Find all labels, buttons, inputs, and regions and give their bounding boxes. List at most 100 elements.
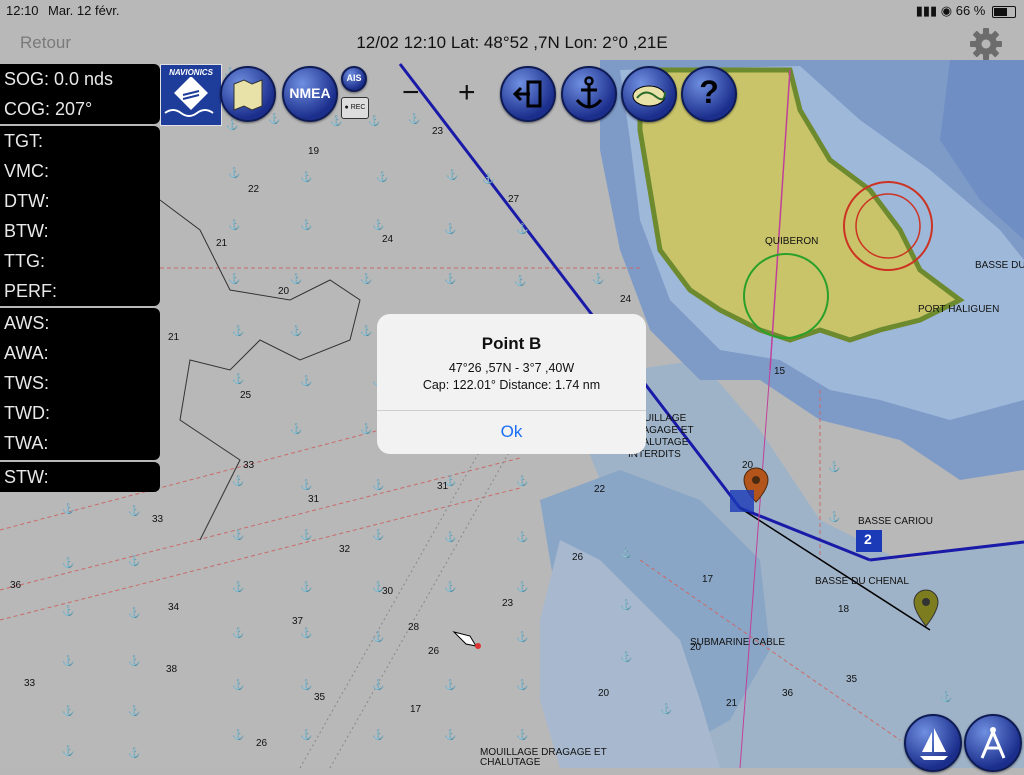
- anchorage-mark: ⚓: [290, 272, 302, 285]
- instrument-panel-wind: AWS: AWA: TWS: TWD: TWA:: [0, 308, 160, 460]
- dialog-coords: 47°26 ,57N - 3°7 ,40W: [448, 361, 575, 375]
- depth-sounding: 24: [382, 234, 394, 245]
- depth-sounding: 37: [292, 616, 304, 627]
- anchor-button[interactable]: [561, 66, 617, 122]
- record-button[interactable]: ● REC: [341, 97, 369, 119]
- anchorage-mark: ⚓: [372, 728, 384, 741]
- stw-value: STW:: [4, 467, 49, 487]
- route-icon: [632, 85, 666, 107]
- exit-icon: [512, 80, 542, 108]
- anchorage-mark: ⚓: [128, 606, 140, 619]
- nmea-button[interactable]: NMEA: [282, 66, 338, 122]
- depth-sounding: 26: [428, 646, 440, 657]
- depth-sounding: 27: [508, 194, 520, 205]
- depth-sounding: 36: [782, 688, 794, 699]
- anchorage-mark: ⚓: [372, 478, 384, 491]
- exit-button[interactable]: [500, 66, 556, 122]
- divider-icon: [980, 727, 1006, 759]
- ais-button[interactable]: AIS: [341, 66, 367, 92]
- anchorage-mark: ⚓: [360, 272, 372, 285]
- navionics-logo-button[interactable]: NAVIONICS: [160, 64, 222, 126]
- anchorage-mark: ⚓: [372, 630, 384, 643]
- anchorage-mark: ⚓: [828, 460, 840, 473]
- rec-label: ● REC: [344, 104, 366, 111]
- anchorage-mark: ⚓: [128, 554, 140, 567]
- anchorage-mark: ⚓: [232, 678, 244, 691]
- help-icon: ?: [699, 74, 719, 110]
- anchorage-mark: ⚓: [828, 510, 840, 523]
- anchorage-mark: ⚓: [482, 172, 494, 185]
- route-button[interactable]: [621, 66, 677, 122]
- anchorage-mark: ⚓: [372, 528, 384, 541]
- depth-sounding: 33: [243, 460, 255, 471]
- depth-sounding: 26: [572, 552, 584, 563]
- anchorage-mark: ⚓: [300, 580, 312, 593]
- anchorage-mark: ⚓: [516, 728, 528, 741]
- depth-sounding: 19: [308, 146, 320, 157]
- depth-sounding: 30: [382, 586, 394, 597]
- compass-tool-button[interactable]: [964, 714, 1022, 772]
- ok-button[interactable]: Ok: [377, 410, 646, 454]
- depth-sounding: 20: [742, 460, 754, 471]
- anchorage-mark: ⚓: [360, 324, 372, 337]
- gear-icon[interactable]: [968, 26, 1004, 62]
- anchorage-mark: ⚓: [232, 324, 244, 337]
- depth-sounding: 36: [10, 580, 22, 591]
- depth-sounding: 17: [410, 704, 422, 715]
- anchorage-mark: ⚓: [446, 168, 458, 181]
- depth-sounding: 28: [408, 622, 420, 633]
- navionics-label: NAVIONICS: [169, 68, 213, 77]
- anchor-icon: [575, 76, 603, 109]
- status-time: 12:10: [6, 3, 39, 18]
- waypoint-number: 2: [864, 531, 872, 547]
- depth-sounding: 20: [690, 642, 702, 653]
- battery-icon: [992, 5, 1016, 18]
- anchorage-mark: ⚓: [300, 678, 312, 691]
- anchorage-mark: ⚓: [300, 478, 312, 491]
- depth-sounding: 15: [774, 366, 786, 377]
- tws-value: TWS:: [4, 373, 49, 393]
- anchorage-mark: ⚓: [516, 678, 528, 691]
- depth-sounding: 17: [702, 574, 714, 585]
- anchorage-mark: ⚓: [62, 502, 74, 515]
- sailboat-icon: [920, 728, 948, 760]
- anchorage-mark: ⚓: [660, 702, 672, 715]
- anchorage-mark: ⚓: [128, 654, 140, 667]
- instrument-panel-top: SOG: 0.0 nds COG: 207°: [0, 64, 160, 124]
- anchorage-mark: ⚓: [516, 530, 528, 543]
- instrument-panel-speed: STW:: [0, 462, 160, 492]
- label-basse-du: BASSE DU: [975, 260, 1024, 271]
- anchorage-mark: ⚓: [444, 728, 456, 741]
- twd-value: TWD:: [4, 403, 50, 423]
- depth-sounding: 24: [620, 294, 632, 305]
- anchorage-mark: ⚓: [516, 222, 528, 235]
- anchorage-mark: ⚓: [232, 528, 244, 541]
- depth-sounding: 22: [248, 184, 260, 195]
- anchorage-mark: ⚓: [290, 324, 302, 337]
- anchorage-mark: ⚓: [516, 630, 528, 643]
- dialog-info: Cap: 122.01° Distance: 1.74 nm: [422, 378, 601, 392]
- anchorage-mark: ⚓: [444, 272, 456, 285]
- cog-value: COG: 207°: [4, 99, 93, 119]
- anchorage-mark: ⚓: [300, 374, 312, 387]
- depth-sounding: 34: [168, 602, 180, 613]
- depth-sounding: 31: [437, 481, 449, 492]
- navionics-icon: [164, 76, 214, 117]
- nmea-label: NMEA: [289, 85, 331, 101]
- vmc-value: VMC:: [4, 161, 49, 181]
- sailboat-button[interactable]: [904, 714, 962, 772]
- status-date: Mar. 12 févr.: [48, 3, 120, 18]
- zoom-in-button[interactable]: +: [458, 76, 476, 110]
- chart-map-button[interactable]: [220, 66, 276, 122]
- anchorage-mark: ⚓: [300, 170, 312, 183]
- twa-value: TWA:: [4, 433, 49, 453]
- anchorage-mark: ⚓: [368, 114, 380, 127]
- depth-sounding: 20: [598, 688, 610, 699]
- help-button[interactable]: ?: [681, 66, 737, 122]
- anchorage-mark: ⚓: [232, 728, 244, 741]
- tgt-value: TGT:: [4, 131, 43, 151]
- status-bar: 12:10 Mar. 12 févr. ▮▮▮ ◉ 66 %: [0, 0, 1024, 22]
- zoom-out-button[interactable]: −: [402, 76, 420, 110]
- anchorage-mark: ⚓: [620, 546, 632, 559]
- ttg-value: TTG:: [4, 251, 45, 271]
